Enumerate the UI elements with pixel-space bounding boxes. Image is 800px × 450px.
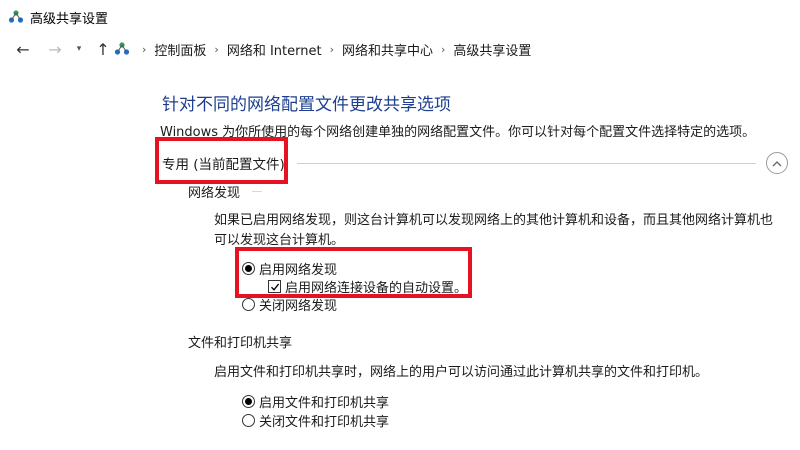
file-printer-sharing-text: 启用文件和打印机共享时，网络上的用户可以访问通过此计算机共享的文件和打印机。 (214, 365, 709, 380)
radio-button[interactable] (242, 262, 255, 275)
navigation-bar: ← → ▾ ↑ › 控制面板 › 网络和 Internet › 网络和共享中心 … (0, 34, 800, 64)
file-sharing-on-option[interactable]: 启用文件和打印机共享 (242, 392, 389, 411)
address-bar[interactable]: › 控制面板 › 网络和 Internet › 网络和共享中心 › 高级共享设置 (114, 37, 800, 61)
network-discovery-text: 如果已启用网络发现，则这台计算机可以发现网络上的其他计算机和设备，而且其他网络计… (214, 213, 774, 248)
network-discovery-title: 网络发现 (188, 186, 241, 201)
radio-button[interactable] (242, 395, 255, 408)
network-discovery-on-option-overlay[interactable]: 启用网络发现 (242, 259, 337, 278)
private-profile-header[interactable]: 专用 (当前配置文件) (162, 152, 788, 174)
recent-locations-chevron-icon[interactable]: ▾ (72, 38, 86, 60)
network-icon (114, 42, 130, 55)
radio-button[interactable] (242, 414, 255, 427)
breadcrumb-control-panel[interactable]: 控制面板 (154, 40, 206, 59)
breadcrumb-chevron-icon[interactable]: › (142, 43, 146, 56)
breadcrumb-advanced-sharing[interactable]: 高级共享设置 (453, 40, 531, 59)
section-divider (296, 162, 756, 164)
forward-arrow-icon[interactable]: → (44, 38, 66, 60)
title-bar: 高级共享设置 (0, 0, 800, 34)
file-sharing-off-option[interactable]: 关闭文件和打印机共享 (242, 411, 389, 430)
file-sharing-on-label: 启用文件和打印机共享 (259, 396, 390, 411)
page-heading: 针对不同的网络配置文件更改共享选项 (162, 95, 451, 115)
auto-setup-option-overlay[interactable]: 启用网络连接设备的自动设置。 (268, 277, 467, 296)
breadcrumb-network-internet[interactable]: 网络和 Internet (227, 40, 322, 59)
private-profile-title: 专用 (当前配置文件) (162, 157, 285, 173)
breadcrumb-network-sharing-center[interactable]: 网络和共享中心 (342, 40, 433, 59)
radio-button[interactable] (242, 298, 255, 311)
subsection-divider (252, 191, 262, 192)
up-arrow-icon[interactable]: ↑ (92, 38, 114, 60)
breadcrumb-chevron-icon[interactable]: › (441, 43, 445, 56)
window-title: 高级共享设置 (30, 11, 109, 27)
chevron-up-icon (772, 160, 782, 166)
page-description: Windows 为你所使用的每个网络创建单独的网络配置文件。你可以针对每个配置文… (160, 125, 756, 140)
breadcrumb-chevron-icon[interactable]: › (330, 43, 334, 56)
checkbox[interactable] (268, 280, 281, 293)
checkmark-icon (270, 283, 279, 291)
file-sharing-off-label: 关闭文件和打印机共享 (259, 415, 390, 430)
file-printer-sharing-title: 文件和打印机共享 (188, 336, 293, 351)
network-discovery-off-label: 关闭网络发现 (259, 299, 338, 314)
collapse-section-button[interactable] (766, 152, 788, 174)
breadcrumb-chevron-icon[interactable]: › (214, 43, 218, 56)
network-discovery-off-option[interactable]: 关闭网络发现 (242, 295, 337, 314)
auto-setup-label: 启用网络连接设备的自动设置。 (285, 281, 468, 296)
back-arrow-icon[interactable]: ← (12, 38, 34, 60)
network-icon (8, 10, 24, 23)
network-discovery-on-label: 启用网络发现 (259, 263, 338, 278)
